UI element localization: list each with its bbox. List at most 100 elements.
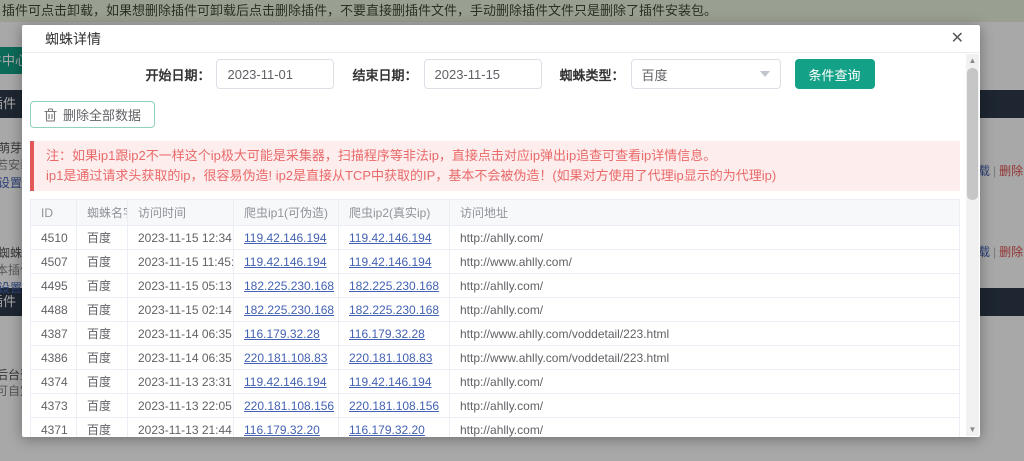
ip1-link[interactable]: 119.42.146.194 bbox=[244, 255, 327, 269]
table-row: 4386 百度 2023-11-14 06:35:41 220.181.108.… bbox=[31, 346, 960, 370]
scrollbar-thumb[interactable] bbox=[967, 68, 978, 200]
ip-notice: 注：如果ip1跟ip2不一样这个ip极大可能是采集器，扫描程序等非法ip，直接点… bbox=[30, 141, 960, 191]
end-date-label: 结束日期： bbox=[352, 65, 417, 84]
trash-icon bbox=[44, 108, 57, 122]
delete-all-button[interactable]: 删除全部数据 bbox=[30, 101, 155, 128]
ip2-link[interactable]: 119.42.146.194 bbox=[349, 375, 432, 389]
cell-id: 4495 bbox=[31, 274, 77, 298]
ip2-link[interactable]: 119.42.146.194 bbox=[349, 255, 432, 269]
spider-type-label: 蜘蛛类型： bbox=[560, 65, 625, 84]
cell-name: 百度 bbox=[77, 322, 128, 346]
cell-name: 百度 bbox=[77, 226, 128, 250]
cell-ip1: 116.179.32.20 bbox=[234, 418, 339, 438]
cell-time: 2023-11-14 06:35:41 bbox=[128, 346, 234, 370]
end-date-input[interactable] bbox=[424, 59, 542, 89]
cell-url: http://ahlly.com/ bbox=[450, 370, 960, 394]
spider-detail-modal: 蜘蛛详情 ✕ 开始日期： 结束日期： 蜘蛛类型： 百度 条件查询 bbox=[22, 25, 980, 437]
ip-notice-line1: 注：如果ip1跟ip2不一样这个ip极大可能是采集器，扫描程序等非法ip，直接点… bbox=[46, 146, 948, 166]
ip1-link[interactable]: 119.42.146.194 bbox=[244, 375, 327, 389]
cell-time: 2023-11-15 12:34:43 bbox=[128, 226, 234, 250]
table-row: 4495 百度 2023-11-15 05:13:05 182.225.230.… bbox=[31, 274, 960, 298]
table-row: 4387 百度 2023-11-14 06:35:41 116.179.32.2… bbox=[31, 322, 960, 346]
ip1-link[interactable]: 182.225.230.168 bbox=[244, 303, 334, 317]
cell-name: 百度 bbox=[77, 394, 128, 418]
cell-ip2: 119.42.146.194 bbox=[339, 226, 450, 250]
cell-ip1: 220.181.108.156 bbox=[234, 394, 339, 418]
cell-ip2: 119.42.146.194 bbox=[339, 370, 450, 394]
cell-id: 4488 bbox=[31, 298, 77, 322]
cell-name: 百度 bbox=[77, 274, 128, 298]
ip2-link[interactable]: 116.179.32.20 bbox=[349, 423, 425, 437]
query-button[interactable]: 条件查询 bbox=[795, 59, 875, 89]
modal-header: 蜘蛛详情 ✕ bbox=[22, 25, 980, 53]
ip2-link[interactable]: 182.225.230.168 bbox=[349, 279, 439, 293]
spider-table: ID 蜘蛛名字 访问时间 爬虫ip1(可伪造) 爬虫ip2(真实ip) 访问地址… bbox=[30, 199, 960, 437]
ip1-link[interactable]: 116.179.32.28 bbox=[244, 327, 320, 341]
cell-ip1: 119.42.146.194 bbox=[234, 370, 339, 394]
ip1-link[interactable]: 119.42.146.194 bbox=[244, 231, 327, 245]
delete-all-label: 删除全部数据 bbox=[63, 105, 141, 124]
ip2-link[interactable]: 220.181.108.83 bbox=[349, 351, 432, 365]
cell-ip1: 182.225.230.168 bbox=[234, 298, 339, 322]
start-date-input[interactable] bbox=[216, 59, 334, 89]
ip2-link[interactable]: 119.42.146.194 bbox=[349, 231, 432, 245]
spider-type-select[interactable]: 百度 bbox=[631, 59, 781, 89]
cell-url: http://www.ahlly.com/ bbox=[450, 250, 960, 274]
table-header-row: ID 蜘蛛名字 访问时间 爬虫ip1(可伪造) 爬虫ip2(真实ip) 访问地址 bbox=[31, 200, 960, 226]
ip2-link[interactable]: 116.179.32.28 bbox=[349, 327, 425, 341]
table-row: 4373 百度 2023-11-13 22:05:50 220.181.108.… bbox=[31, 394, 960, 418]
cell-ip1: 220.181.108.83 bbox=[234, 346, 339, 370]
cell-id: 4373 bbox=[31, 394, 77, 418]
cell-time: 2023-11-14 06:35:41 bbox=[128, 322, 234, 346]
cell-id: 4507 bbox=[31, 250, 77, 274]
cell-ip2: 119.42.146.194 bbox=[339, 250, 450, 274]
header-time: 访问时间 bbox=[128, 200, 234, 226]
table-row: 4371 百度 2023-11-13 21:44:07 116.179.32.2… bbox=[31, 418, 960, 438]
start-date-label: 开始日期： bbox=[145, 65, 210, 84]
cell-url: http://www.ahlly.com/voddetail/223.html bbox=[450, 322, 960, 346]
ip-notice-line2: ip1是通过请求头获取的ip，很容易伪造! ip2是直接从TCP中获取的IP，基… bbox=[46, 166, 948, 186]
cell-url: http://ahlly.com/ bbox=[450, 274, 960, 298]
scroll-up-icon[interactable]: ▲ bbox=[966, 54, 979, 67]
cell-ip1: 182.225.230.168 bbox=[234, 274, 339, 298]
header-ip1: 爬虫ip1(可伪造) bbox=[234, 200, 339, 226]
cell-time: 2023-11-13 23:31:17 bbox=[128, 370, 234, 394]
cell-ip2: 220.181.108.156 bbox=[339, 394, 450, 418]
cell-name: 百度 bbox=[77, 298, 128, 322]
modal-title: 蜘蛛详情 bbox=[45, 29, 101, 49]
cell-url: http://ahlly.com/ bbox=[450, 226, 960, 250]
table-row: 4507 百度 2023-11-15 11:45:15 119.42.146.1… bbox=[31, 250, 960, 274]
ip2-link[interactable]: 220.181.108.156 bbox=[349, 399, 439, 413]
header-id: ID bbox=[31, 200, 77, 226]
cell-ip1: 119.42.146.194 bbox=[234, 226, 339, 250]
ip1-link[interactable]: 182.225.230.168 bbox=[244, 279, 334, 293]
cell-time: 2023-11-15 05:13:05 bbox=[128, 274, 234, 298]
query-form: 开始日期： 结束日期： 蜘蛛类型： 百度 条件查询 bbox=[30, 59, 972, 89]
cell-ip2: 182.225.230.168 bbox=[339, 298, 450, 322]
cell-name: 百度 bbox=[77, 346, 128, 370]
ip1-link[interactable]: 220.181.108.83 bbox=[244, 351, 327, 365]
close-icon[interactable]: ✕ bbox=[951, 31, 964, 47]
cell-id: 4510 bbox=[31, 226, 77, 250]
cell-id: 4387 bbox=[31, 322, 77, 346]
header-ip2: 爬虫ip2(真实ip) bbox=[339, 200, 450, 226]
ip1-link[interactable]: 116.179.32.20 bbox=[244, 423, 320, 437]
ip1-link[interactable]: 220.181.108.156 bbox=[244, 399, 334, 413]
cell-id: 4371 bbox=[31, 418, 77, 438]
cell-name: 百度 bbox=[77, 418, 128, 438]
delete-row: 删除全部数据 bbox=[30, 101, 972, 128]
ip2-link[interactable]: 182.225.230.168 bbox=[349, 303, 439, 317]
scroll-down-icon[interactable]: ▼ bbox=[966, 423, 979, 436]
cell-ip2: 182.225.230.168 bbox=[339, 274, 450, 298]
cell-ip1: 119.42.146.194 bbox=[234, 250, 339, 274]
modal-scrollbar[interactable]: ▲ ▼ bbox=[966, 54, 979, 436]
cell-ip2: 116.179.32.28 bbox=[339, 322, 450, 346]
cell-ip1: 116.179.32.28 bbox=[234, 322, 339, 346]
cell-url: http://ahlly.com/ bbox=[450, 394, 960, 418]
modal-body: 开始日期： 结束日期： 蜘蛛类型： 百度 条件查询 bbox=[22, 53, 980, 437]
header-name: 蜘蛛名字 bbox=[77, 200, 128, 226]
cell-time: 2023-11-13 22:05:50 bbox=[128, 394, 234, 418]
cell-name: 百度 bbox=[77, 250, 128, 274]
cell-time: 2023-11-15 02:14:28 bbox=[128, 298, 234, 322]
cell-ip2: 220.181.108.83 bbox=[339, 346, 450, 370]
